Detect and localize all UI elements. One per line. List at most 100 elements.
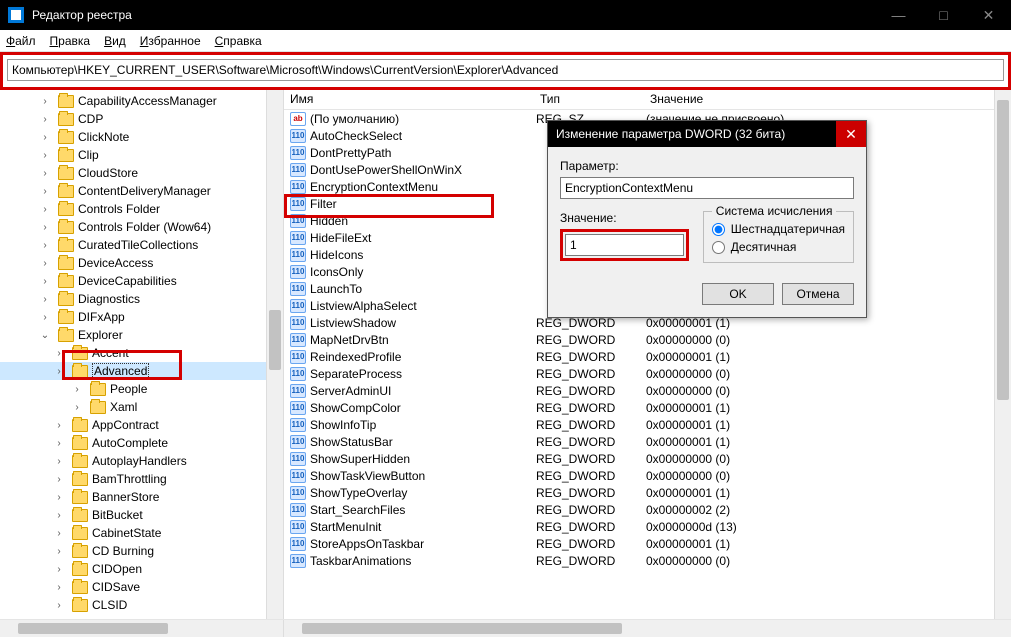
ok-button[interactable]: OK [702,283,774,305]
chevron-right-icon[interactable]: › [52,456,66,467]
tree-item[interactable]: ›AppContract [0,416,283,434]
chevron-right-icon[interactable]: › [38,150,52,161]
cancel-button[interactable]: Отмена [782,283,854,305]
value-row[interactable]: 110StoreAppsOnTaskbarREG_DWORD0x00000001… [284,535,1011,552]
radix-hex-radio[interactable] [712,223,725,236]
chevron-right-icon[interactable]: › [38,258,52,269]
chevron-right-icon[interactable]: › [38,240,52,251]
value-row[interactable]: 110ShowSuperHiddenREG_DWORD0x00000000 (0… [284,450,1011,467]
chevron-right-icon[interactable]: › [70,384,84,395]
tree-item[interactable]: ›People [0,380,283,398]
tree-item-label: Xaml [110,400,137,414]
tree-item[interactable]: › Xaml [0,398,283,416]
tree-item[interactable]: ›Advanced [0,362,283,380]
tree-item[interactable]: ›CloudStore [0,164,283,182]
value-row[interactable]: 110SeparateProcessREG_DWORD0x00000000 (0… [284,365,1011,382]
chevron-right-icon[interactable]: › [52,366,66,377]
tree-item[interactable]: ⌄Explorer [0,326,283,344]
col-type[interactable]: Тип [534,90,644,109]
menu-help[interactable]: Справка [215,34,262,48]
chevron-right-icon[interactable]: › [38,96,52,107]
tree-item[interactable]: ›ClickNote [0,128,283,146]
menu-file[interactable]: Файл [6,34,36,48]
list-hscroll[interactable] [284,620,1011,637]
value-row[interactable]: 110ServerAdminUIREG_DWORD0x00000000 (0) [284,382,1011,399]
list-scrollbar[interactable] [994,90,1011,619]
tree-item[interactable]: ›CabinetState [0,524,283,542]
chevron-right-icon[interactable]: › [38,168,52,179]
value-row[interactable]: 110ShowInfoTipREG_DWORD0x00000001 (1) [284,416,1011,433]
tree-item[interactable]: ›CIDOpen [0,560,283,578]
value-row[interactable]: 110ShowStatusBarREG_DWORD0x00000001 (1) [284,433,1011,450]
radix-dec-option[interactable]: Десятичная [712,240,845,254]
tree-item[interactable]: ›CDP [0,110,283,128]
chevron-right-icon[interactable]: › [52,510,66,521]
maximize-button[interactable]: □ [921,0,966,30]
tree-hscroll[interactable] [0,620,284,637]
tree-item[interactable]: ›BamThrottling [0,470,283,488]
address-bar[interactable] [7,59,1004,81]
chevron-right-icon[interactable]: › [38,222,52,233]
tree-scrollbar[interactable] [266,90,283,619]
chevron-right-icon[interactable]: › [38,186,52,197]
value-row[interactable]: 110ShowCompColorREG_DWORD0x00000001 (1) [284,399,1011,416]
value-row[interactable]: 110StartMenuInitREG_DWORD0x0000000d (13) [284,518,1011,535]
value-row[interactable]: 110ShowTypeOverlayREG_DWORD0x00000001 (1… [284,484,1011,501]
dialog-close-button[interactable]: ✕ [836,121,866,147]
chevron-right-icon[interactable]: › [38,204,52,215]
param-field[interactable] [560,177,854,199]
chevron-right-icon[interactable]: › [52,564,66,575]
value-field[interactable] [565,234,684,256]
tree-item[interactable]: ›CIDSave [0,578,283,596]
tree-item[interactable]: ›Controls Folder (Wow64) [0,218,283,236]
tree-item[interactable]: ›ContentDeliveryManager [0,182,283,200]
menu-favorites[interactable]: Избранное [140,34,201,48]
dialog-titlebar[interactable]: Изменение параметра DWORD (32 бита) ✕ [548,121,866,147]
tree-pane[interactable]: ›CapabilityAccessManager›CDP›ClickNote›C… [0,90,284,619]
tree-item[interactable]: ›CapabilityAccessManager [0,92,283,110]
tree-item[interactable]: ›BitBucket [0,506,283,524]
tree-item[interactable]: ›AutoComplete [0,434,283,452]
tree-item[interactable]: ›BannerStore [0,488,283,506]
menu-edit[interactable]: Правка [50,34,91,48]
tree-item[interactable]: ›Clip [0,146,283,164]
chevron-right-icon[interactable]: › [38,294,52,305]
value-row[interactable]: 110ReindexedProfileREG_DWORD0x00000001 (… [284,348,1011,365]
chevron-right-icon[interactable]: › [52,438,66,449]
radix-hex-option[interactable]: Шестнадцатеричная [712,222,845,236]
col-value[interactable]: Значение [644,90,1011,109]
chevron-right-icon[interactable]: › [38,276,52,287]
menu-view[interactable]: Вид [104,34,126,48]
col-name[interactable]: Имя [284,90,534,109]
value-row[interactable]: 110MapNetDrvBtnREG_DWORD0x00000000 (0) [284,331,1011,348]
chevron-right-icon[interactable]: › [52,600,66,611]
tree-item[interactable]: ›CD Burning [0,542,283,560]
chevron-right-icon[interactable]: › [38,132,52,143]
tree-item[interactable]: ›Diagnostics [0,290,283,308]
chevron-right-icon[interactable]: › [52,474,66,485]
tree-item[interactable]: ›DeviceCapabilities [0,272,283,290]
chevron-right-icon[interactable]: › [38,312,52,323]
tree-item[interactable]: ›DIFxApp [0,308,283,326]
chevron-right-icon[interactable]: › [52,546,66,557]
value-row[interactable]: 110TaskbarAnimationsREG_DWORD0x00000000 … [284,552,1011,569]
value-row[interactable]: 110ShowTaskViewButtonREG_DWORD0x00000000… [284,467,1011,484]
chevron-right-icon[interactable]: › [52,582,66,593]
close-button[interactable]: ✕ [966,0,1011,30]
value-row[interactable]: 110Start_SearchFilesREG_DWORD0x00000002 … [284,501,1011,518]
minimize-button[interactable]: — [876,0,921,30]
tree-item[interactable]: ›DeviceAccess [0,254,283,272]
tree-item[interactable]: ›CLSID [0,596,283,614]
tree-item[interactable]: ›CuratedTileCollections [0,236,283,254]
chevron-right-icon[interactable]: › [70,402,84,413]
chevron-right-icon[interactable]: › [52,420,66,431]
tree-item[interactable]: ›AutoplayHandlers [0,452,283,470]
chevron-down-icon[interactable]: ⌄ [38,330,52,341]
chevron-right-icon[interactable]: › [38,114,52,125]
chevron-right-icon[interactable]: › [52,528,66,539]
tree-item[interactable]: ›Accent [0,344,283,362]
chevron-right-icon[interactable]: › [52,492,66,503]
radix-dec-radio[interactable] [712,241,725,254]
tree-item[interactable]: ›Controls Folder [0,200,283,218]
chevron-right-icon[interactable]: › [52,348,66,359]
